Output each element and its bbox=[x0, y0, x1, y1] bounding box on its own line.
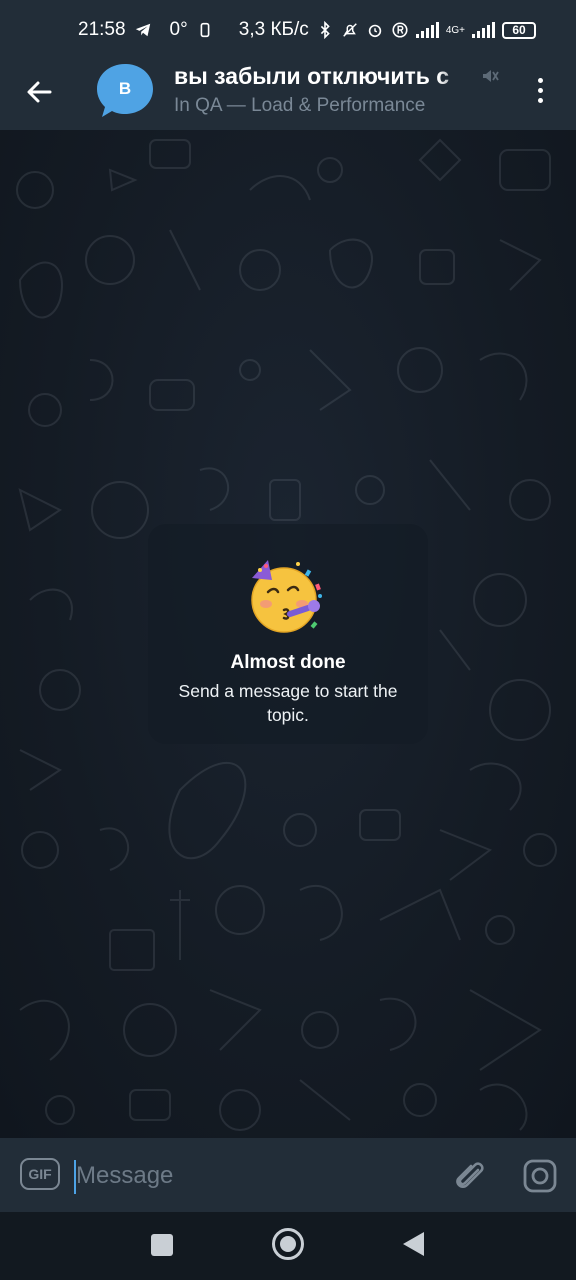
mute-icon bbox=[483, 70, 499, 82]
status-bar: 21:58 0° 3,3 КБ/с 4G+ 60 bbox=[0, 0, 576, 60]
chat-area: Almost done Send a message to start the … bbox=[0, 130, 576, 1138]
attach-icon bbox=[456, 1162, 484, 1188]
back-arrow-icon bbox=[27, 81, 52, 103]
chat-title[interactable]: вы забыли отключить с bbox=[174, 63, 474, 90]
gif-icon: GIF bbox=[28, 1166, 52, 1182]
alarm-icon bbox=[368, 24, 382, 38]
empty-subtitle: Send a message to start the topic. bbox=[178, 681, 398, 725]
empty-topic-card: Almost done Send a message to start the … bbox=[148, 524, 428, 744]
signal-icon bbox=[415, 22, 439, 38]
attach-button[interactable] bbox=[450, 1156, 490, 1196]
gif-button[interactable]: GIF bbox=[20, 1158, 60, 1190]
home-button[interactable] bbox=[272, 1228, 304, 1260]
status-temperature: 0° bbox=[169, 19, 188, 40]
back-button[interactable] bbox=[18, 70, 62, 114]
recents-button[interactable] bbox=[151, 1234, 173, 1256]
alarm-off-icon bbox=[343, 23, 357, 37]
registered-icon bbox=[392, 22, 408, 38]
status-time: 21:58 bbox=[78, 19, 126, 40]
system-back-button[interactable] bbox=[403, 1232, 424, 1256]
system-nav-bar bbox=[0, 1212, 576, 1280]
party-emoji-icon bbox=[251, 560, 322, 633]
signal-icon-2 bbox=[472, 22, 495, 38]
home-icon bbox=[280, 1236, 296, 1252]
avatar-letter: B bbox=[118, 79, 132, 98]
telegram-icon bbox=[135, 23, 150, 37]
chat-subtitle: In QA — Load & Performance bbox=[174, 95, 426, 116]
avatar[interactable]: B bbox=[96, 62, 154, 120]
more-vertical-icon bbox=[537, 77, 543, 83]
status-network-speed: 3,3 КБ/с bbox=[238, 19, 309, 40]
more-options-button[interactable] bbox=[522, 70, 558, 110]
battery-level: 60 bbox=[512, 23, 526, 37]
network-type: 4G+ bbox=[445, 24, 465, 36]
camera-icon bbox=[523, 1159, 557, 1193]
empty-title: Almost done bbox=[230, 652, 346, 673]
battery-icon: 60 bbox=[502, 21, 536, 39]
chat-header: B вы забыли отключить с In QA — Load & P… bbox=[0, 60, 576, 130]
vibrate-icon bbox=[200, 22, 210, 38]
bluetooth-icon bbox=[320, 21, 330, 39]
message-input[interactable] bbox=[76, 1154, 436, 1198]
message-composer: GIF bbox=[0, 1138, 576, 1212]
camera-button[interactable] bbox=[520, 1156, 560, 1196]
